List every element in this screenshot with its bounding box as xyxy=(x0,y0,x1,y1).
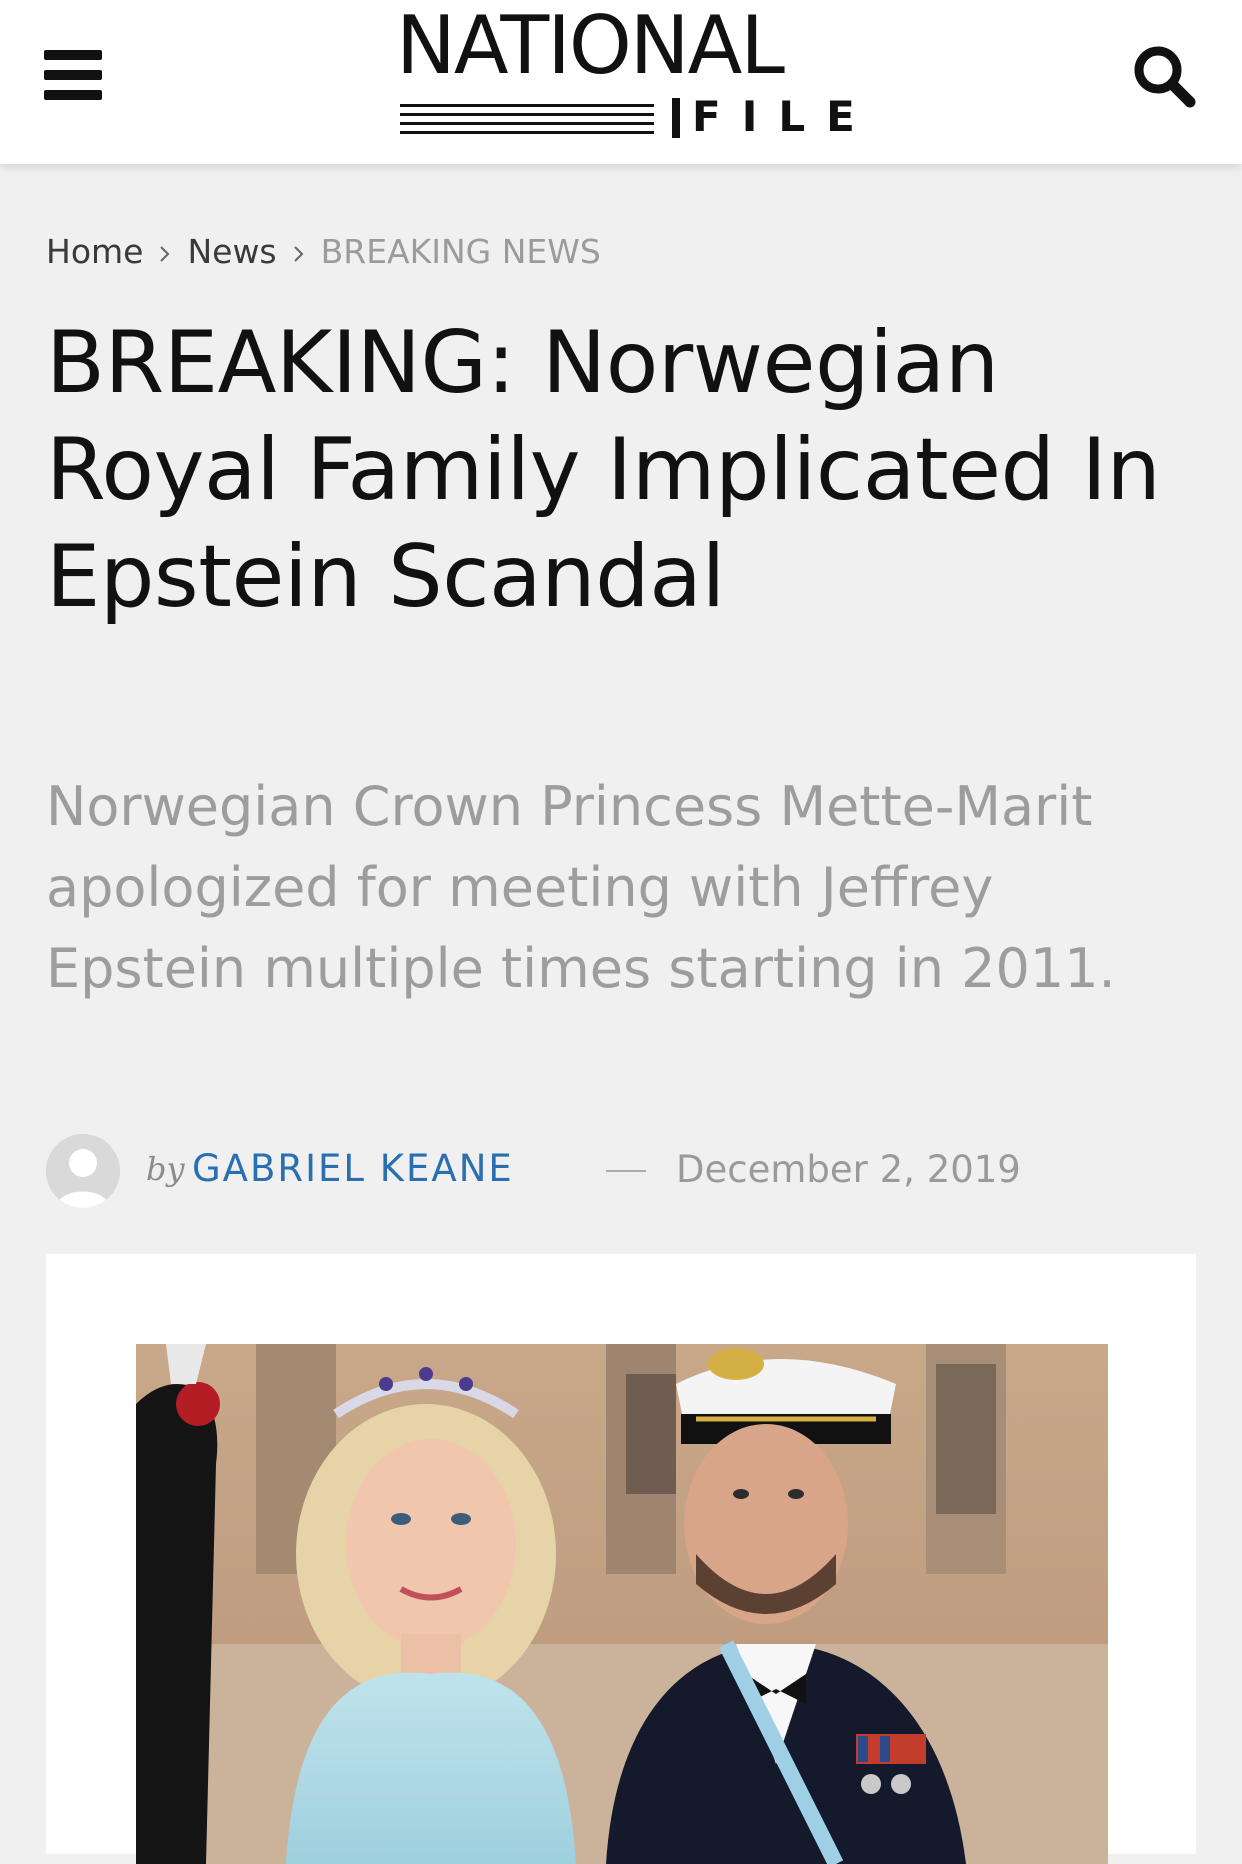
author-link[interactable]: GABRIEL KEANE xyxy=(192,1147,514,1190)
logo-wordmark-top: NATIONAL xyxy=(396,0,785,92)
breadcrumb-news-link[interactable]: News xyxy=(187,232,276,271)
hamburger-menu-icon[interactable] xyxy=(44,50,102,100)
breadcrumb: Home News BREAKING NEWS xyxy=(46,232,601,271)
publish-date: December 2, 2019 xyxy=(676,1148,1021,1191)
breadcrumb-home-link[interactable]: Home xyxy=(46,232,143,271)
chevron-right-icon xyxy=(143,232,187,271)
logo-lines xyxy=(400,102,654,134)
byline-divider xyxy=(606,1170,646,1172)
featured-image-card xyxy=(46,1254,1196,1864)
site-header: NATIONAL FILE xyxy=(0,0,1242,164)
search-icon[interactable] xyxy=(1132,44,1196,108)
article-subtitle: Norwegian Crown Princess Mette-Marit apo… xyxy=(46,775,1116,1000)
featured-image xyxy=(136,1344,1108,1864)
logo-bar xyxy=(672,98,680,138)
article-title: BREAKING: Norwegian Royal Family Implica… xyxy=(46,313,1161,627)
chevron-right-icon xyxy=(277,232,321,271)
logo-wordmark-bottom: FILE xyxy=(692,92,876,141)
author-avatar-icon[interactable] xyxy=(46,1134,120,1208)
article-byline: by GABRIEL KEANE December 2, 2019 xyxy=(46,1134,1206,1210)
breadcrumb-current-category[interactable]: BREAKING NEWS xyxy=(321,232,601,271)
site-logo[interactable]: NATIONAL FILE xyxy=(396,0,855,146)
byline-by-label: by xyxy=(146,1150,185,1188)
